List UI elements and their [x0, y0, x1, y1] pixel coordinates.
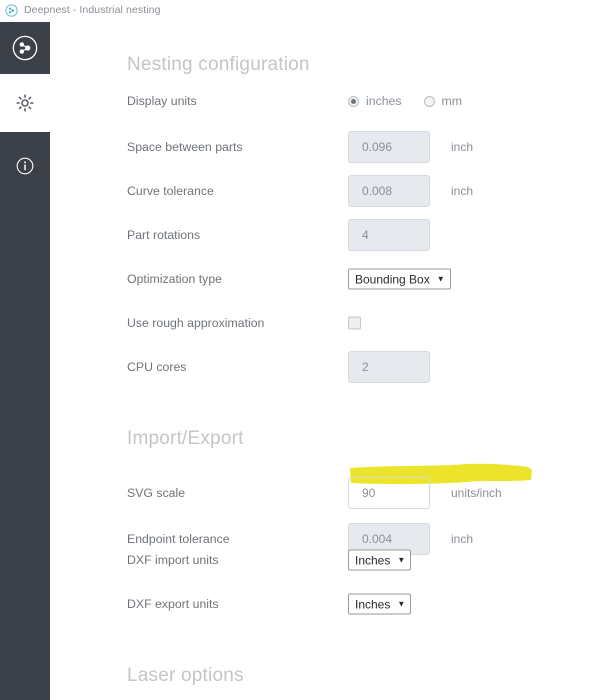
- control-dxf-import-units: Inches ▼: [348, 549, 412, 571]
- label-curve-tolerance: Curve tolerance: [127, 184, 214, 198]
- window-title: Deepnest - Industrial nesting: [24, 4, 161, 16]
- sidebar-item-nest-view[interactable]: [0, 22, 50, 74]
- dxf-export-units-value: Inches: [355, 597, 391, 611]
- row-optimization-type: Optimization type Bounding Box ▼: [50, 264, 613, 294]
- radio-inches-indicator[interactable]: [348, 95, 359, 107]
- control-part-rotations: 4: [348, 219, 430, 251]
- label-display-units: Display units: [127, 94, 197, 108]
- deepnest-logo-icon: [5, 3, 18, 17]
- label-space-between-parts: Space between parts: [127, 140, 243, 154]
- space-between-parts-input[interactable]: 0.096: [348, 131, 430, 163]
- unit-space-between-parts: inch: [451, 140, 474, 154]
- chevron-down-icon: ▼: [436, 274, 445, 283]
- row-display-units: Display units inches mm: [50, 86, 613, 116]
- radio-group-display-units: inches mm: [348, 94, 484, 108]
- label-dxf-import-units: DXF import units: [127, 553, 219, 567]
- sidebar-item-settings-view[interactable]: [0, 74, 50, 132]
- control-svg-scale: 90 units/inch: [348, 477, 613, 509]
- chevron-down-icon: ▼: [397, 599, 406, 608]
- section-title-import-export: Import/Export: [127, 428, 244, 449]
- label-dxf-export-units: DXF export units: [127, 597, 219, 611]
- row-dxf-import-units: DXF import units Inches ▼: [50, 545, 613, 575]
- deepnest-logo-icon: [12, 35, 38, 61]
- control-curve-tolerance: 0.008 inch: [348, 175, 473, 207]
- curve-tolerance-input[interactable]: 0.008: [348, 175, 430, 207]
- control-dxf-export-units: Inches ▼: [348, 593, 412, 615]
- svg-scale-input[interactable]: 90: [348, 477, 430, 509]
- unit-endpoint-tolerance: inch: [451, 532, 474, 546]
- sidebar-item-info-view[interactable]: [0, 132, 50, 700]
- radio-option-inches[interactable]: inches: [348, 94, 402, 108]
- dxf-export-units-select[interactable]: Inches ▼: [348, 593, 412, 615]
- unit-svg-scale: units/inch: [451, 486, 502, 500]
- control-cpu-cores: 2: [348, 351, 430, 383]
- row-dxf-export-units: DXF export units Inches ▼: [50, 589, 613, 619]
- app-window: Deepnest - Industrial nesting Nesting co…: [0, 0, 613, 700]
- dxf-import-units-value: Inches: [355, 553, 391, 567]
- dxf-import-units-select[interactable]: Inches ▼: [348, 549, 412, 571]
- label-endpoint-tolerance: Endpoint tolerance: [127, 532, 230, 546]
- label-optimization-type: Optimization type: [127, 272, 223, 286]
- radio-mm-label: mm: [441, 94, 463, 108]
- radio-inches-label: inches: [366, 94, 402, 108]
- radio-option-mm[interactable]: mm: [423, 94, 463, 108]
- section-title-nesting-configuration: Nesting configuration: [127, 54, 310, 75]
- row-cpu-cores: CPU cores 2: [50, 351, 613, 383]
- cpu-cores-input[interactable]: 2: [348, 351, 430, 383]
- optimization-type-select[interactable]: Bounding Box ▼: [348, 268, 451, 290]
- row-space-between-parts: Space between parts 0.096 inch: [50, 131, 613, 163]
- use-rough-approximation-checkbox[interactable]: [348, 316, 361, 330]
- part-rotations-input[interactable]: 4: [348, 219, 430, 251]
- label-part-rotations: Part rotations: [127, 228, 201, 242]
- row-use-rough-approximation: Use rough approximation: [50, 308, 613, 338]
- settings-panel: Nesting configuration Display units inch…: [50, 20, 613, 700]
- label-use-rough-approximation: Use rough approximation: [127, 316, 265, 330]
- control-optimization-type: Bounding Box ▼: [348, 268, 451, 290]
- row-curve-tolerance: Curve tolerance 0.008 inch: [50, 175, 613, 207]
- optimization-type-value: Bounding Box: [355, 272, 430, 286]
- row-svg-scale: SVG scale 90 units/inch: [50, 477, 613, 509]
- radio-mm-indicator[interactable]: [423, 95, 435, 107]
- section-title-laser-options: Laser options: [127, 665, 244, 686]
- control-space-between-parts: 0.096 inch: [348, 131, 473, 163]
- control-use-rough-approximation: [348, 316, 361, 330]
- window-titlebar: Deepnest - Industrial nesting: [0, 0, 613, 20]
- unit-curve-tolerance: inch: [451, 184, 474, 198]
- chevron-down-icon: ▼: [397, 555, 406, 564]
- gear-icon: [16, 94, 34, 112]
- label-cpu-cores: CPU cores: [127, 360, 187, 374]
- control-display-units: inches mm: [348, 94, 484, 108]
- label-svg-scale: SVG scale: [127, 486, 186, 500]
- info-icon: [16, 157, 34, 175]
- row-part-rotations: Part rotations 4: [50, 219, 613, 251]
- sidebar: [0, 20, 50, 700]
